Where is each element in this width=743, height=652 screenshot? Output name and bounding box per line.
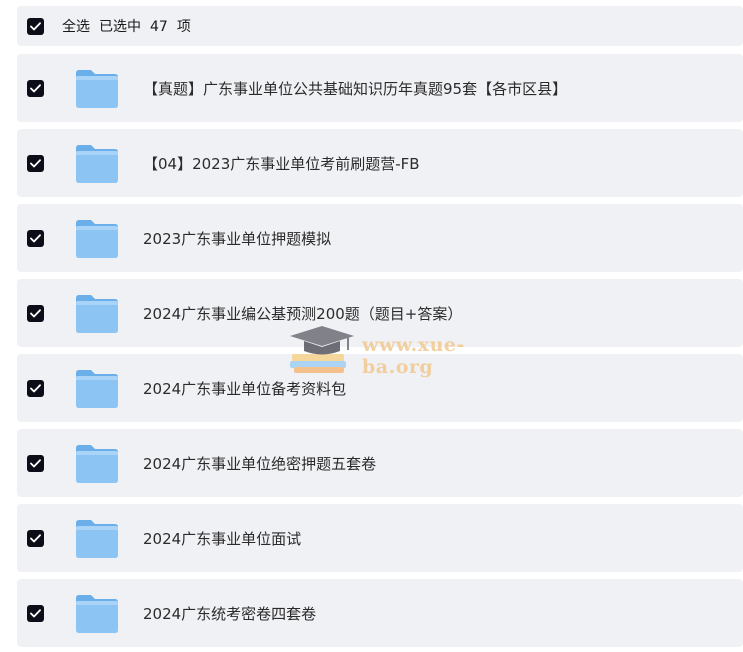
- folder-name: 【04】2023广东事业单位考前刷题营-FB: [143, 154, 420, 173]
- folder-name: 【真题】广东事业单位公共基础知识历年真题95套【各市区县】: [143, 79, 568, 98]
- selected-count: 47: [150, 19, 168, 35]
- folder-name: 2024广东事业单位绝密押题五套卷: [143, 454, 377, 473]
- checkmark-icon: [30, 458, 41, 467]
- checkmark-icon: [30, 608, 41, 617]
- folder-row[interactable]: 2024广东事业单位绝密押题五套卷: [17, 429, 743, 497]
- folder-row[interactable]: 2023广东事业单位押题模拟: [17, 204, 743, 272]
- checkmark-icon: [30, 383, 41, 392]
- folder-row[interactable]: 2024广东事业单位备考资料包: [17, 354, 743, 422]
- folder-icon: [74, 292, 120, 334]
- folder-row[interactable]: 2024广东事业单位面试: [17, 504, 743, 572]
- folder-icon: [74, 367, 120, 409]
- folder-icon: [74, 592, 120, 634]
- folder-row[interactable]: 2024广东统考密卷四套卷: [17, 579, 743, 647]
- folder-name: 2024广东事业编公基预测200题（题目+答案）: [143, 304, 463, 323]
- folder-row[interactable]: 2024广东事业编公基预测200题（题目+答案）: [17, 279, 743, 347]
- folder-name: 2024广东统考密卷四套卷: [143, 604, 317, 623]
- folder-icon: [74, 142, 120, 184]
- row-checkbox[interactable]: [27, 229, 44, 247]
- folder-icon: [74, 517, 120, 559]
- select-all-checkbox[interactable]: [27, 17, 44, 35]
- row-checkbox[interactable]: [27, 304, 44, 322]
- row-checkbox[interactable]: [27, 529, 44, 547]
- folder-name: 2023广东事业单位押题模拟: [143, 229, 332, 248]
- folder-row[interactable]: 【04】2023广东事业单位考前刷题营-FB: [17, 129, 743, 197]
- checkmark-icon: [30, 533, 41, 542]
- folder-icon: [74, 442, 120, 484]
- checkmark-icon: [30, 308, 41, 317]
- row-checkbox[interactable]: [27, 604, 44, 622]
- checkmark-icon: [30, 21, 41, 30]
- checkmark-icon: [30, 83, 41, 92]
- folder-icon: [74, 67, 120, 109]
- checkmark-icon: [30, 158, 41, 167]
- checkmark-icon: [30, 233, 41, 242]
- folder-name: 2024广东事业单位备考资料包: [143, 379, 347, 398]
- folder-row[interactable]: 【真题】广东事业单位公共基础知识历年真题95套【各市区县】: [17, 54, 743, 122]
- row-checkbox[interactable]: [27, 154, 44, 172]
- file-list-page: 全选 已选中 47 项 【真题】广东事业单位公共基础知识历年真题95套【各市区县】 【0…: [0, 0, 743, 652]
- row-checkbox[interactable]: [27, 454, 44, 472]
- row-checkbox[interactable]: [27, 79, 44, 97]
- selected-prefix: 已选中: [99, 19, 141, 35]
- folder-name: 2024广东事业单位面试: [143, 529, 302, 548]
- select-all-bar: 全选 已选中 47 项: [17, 6, 743, 46]
- selection-summary: 全选 已选中 47 项: [62, 16, 200, 36]
- selected-suffix: 项: [176, 19, 191, 35]
- row-checkbox[interactable]: [27, 379, 44, 397]
- select-all-label[interactable]: 全选: [62, 19, 90, 35]
- folder-icon: [74, 217, 120, 259]
